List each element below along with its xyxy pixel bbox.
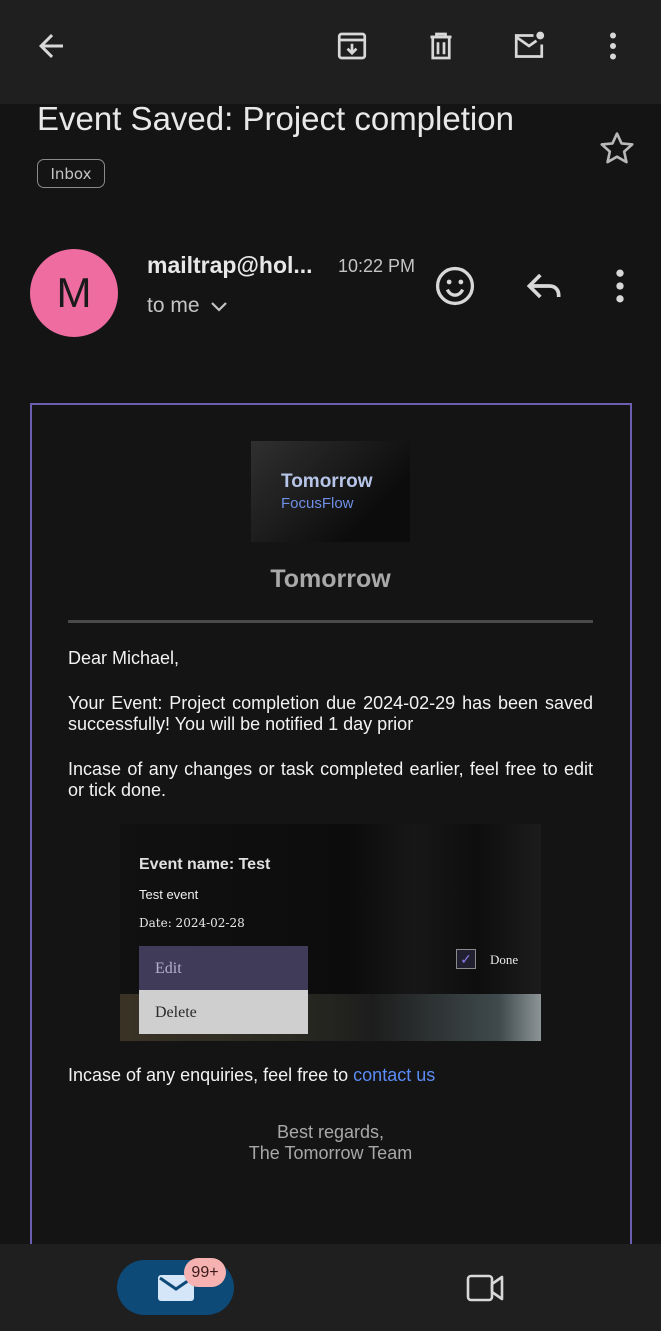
logo-title: Tomorrow [281,471,373,492]
event-screenshot: Event name: Test Test event Date: 2024-0… [120,824,541,1041]
top-app-bar [0,0,661,104]
inbox-label-chip[interactable]: Inbox [37,159,105,188]
signature-line: The Tomorrow Team [248,1143,413,1163]
bottom-nav-bar [0,1244,661,1331]
more-vert-icon[interactable] [591,24,635,68]
brand-heading: Tomorrow [270,565,391,593]
chevron-down-icon [210,302,227,312]
mail-unread-icon[interactable] [507,24,551,68]
screenshot-done-label: Done [490,952,519,967]
screenshot-event-name: Event name: Test [139,856,271,873]
archive-icon[interactable] [330,24,374,68]
message-more-icon[interactable] [598,264,642,308]
enquiry-text: Incase of any enquiries, feel free to [68,1065,354,1085]
regards-line: Best regards, [276,1122,385,1142]
recipient-label: to me [147,294,200,317]
greeting: Dear Michael, [68,648,180,668]
arrow-left-icon[interactable] [29,24,73,68]
emoji-react-icon[interactable] [433,264,477,308]
star-icon[interactable] [596,128,638,170]
screenshot-edit-button: Edit [139,946,308,990]
brand-logo: Tomorrow FocusFlow [251,441,410,542]
email-time: 10:22 PM [338,256,416,276]
screenshot-delete-button: Delete [139,990,308,1034]
reply-icon[interactable] [522,264,566,308]
sender-name[interactable]: mailtrap@hol... [147,252,313,279]
avatar[interactable]: M [30,249,118,337]
email-subject: Event Saved: Project completion [37,100,514,137]
divider [68,620,593,623]
enquiry-line: Incase of any enquiries, feel free to co… [68,1065,593,1086]
recipient-toggle[interactable]: to me [147,294,228,318]
video-camera-icon[interactable] [464,1268,506,1308]
screenshot-date: Date: 2024-02-28 [139,916,245,930]
contact-us-link[interactable]: contact us [353,1065,435,1085]
changes-paragraph: Incase of any changes or task completed … [68,759,593,800]
unread-count-badge: 99+ [184,1258,226,1287]
screenshot-description: Test event [139,887,199,902]
logo-subtitle: FocusFlow [281,495,354,512]
screenshot-done-checkbox: ✓ [456,949,476,969]
saved-paragraph: Your Event: Project completion due 2024-… [68,693,593,734]
trash-icon[interactable] [419,24,463,68]
